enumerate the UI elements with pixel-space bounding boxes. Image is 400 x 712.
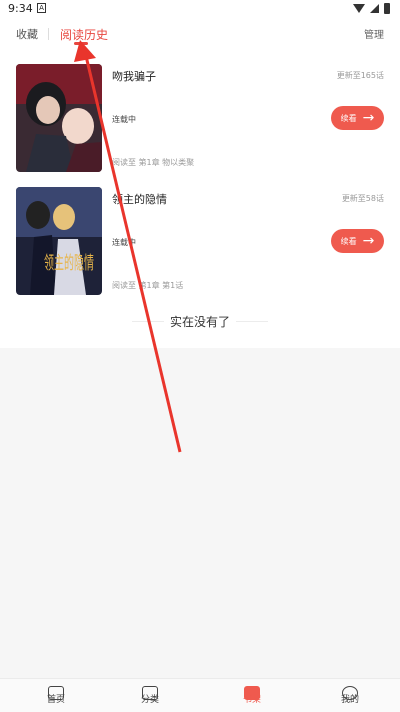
annotation-arrow — [74, 40, 182, 453]
annotation-arrow-head — [74, 40, 96, 62]
nav-category-label: 分类 — [140, 695, 159, 705]
nav-bookshelf-label: 书架 — [242, 695, 261, 705]
nav-category[interactable]: 分类 — [120, 679, 180, 712]
nav-home-label: 首页 — [46, 695, 65, 705]
bottom-navigation: 首页 分类 书架 我的 — [0, 678, 400, 712]
nav-mine[interactable]: 我的 — [320, 679, 380, 712]
nav-bookshelf[interactable]: 书架 — [222, 679, 282, 712]
nav-mine-label: 我的 — [340, 695, 359, 705]
nav-home[interactable]: 首页 — [26, 679, 86, 712]
annotation-arrow-line — [84, 55, 182, 453]
